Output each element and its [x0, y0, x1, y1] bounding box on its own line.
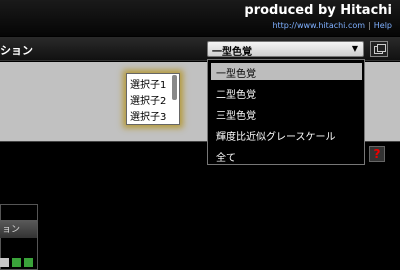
- link-separator: |: [368, 21, 371, 30]
- new-window-icon: [377, 44, 386, 52]
- select-value: 一型色覚: [212, 47, 252, 58]
- color-swatch: [12, 258, 21, 267]
- dropdown-option[interactable]: 二型色覚: [216, 86, 256, 101]
- listbox-option[interactable]: 選択子1: [130, 76, 166, 91]
- color-swatch: [24, 258, 33, 267]
- listbox-option[interactable]: 選択子3: [130, 108, 166, 123]
- side-panel-header-text: ョン: [2, 225, 21, 235]
- dropdown-option[interactable]: 全て: [216, 149, 236, 164]
- chevron-down-icon: ▼: [351, 44, 358, 53]
- listbox-scrollbar[interactable]: [172, 75, 177, 100]
- page-title: ション: [0, 44, 33, 57]
- help-button[interactable]: ?: [369, 146, 385, 162]
- dropdown-option[interactable]: 三型色覚: [216, 107, 256, 122]
- color-vision-select[interactable]: 一型色覚 ▼: [207, 41, 364, 58]
- header-links: http://www.hitachi.com | Help: [272, 21, 392, 30]
- new-window-button[interactable]: [370, 41, 388, 57]
- color-vision-dropdown: 一型色覚 二型色覚 三型色覚 輝度比近似グレースケール 全て: [207, 59, 365, 165]
- listbox-option[interactable]: 選択子2: [130, 92, 166, 107]
- dropdown-option[interactable]: 輝度比近似グレースケール: [216, 128, 336, 143]
- dropdown-option[interactable]: 一型色覚: [216, 65, 256, 80]
- help-link[interactable]: Help: [374, 21, 392, 30]
- hitachi-url-link[interactable]: http://www.hitachi.com: [272, 21, 365, 30]
- sample-listbox[interactable]: 選択子1 選択子2 選択子3: [126, 73, 180, 125]
- color-swatch: [0, 258, 9, 267]
- brand-text: produced by Hitachi: [244, 3, 392, 18]
